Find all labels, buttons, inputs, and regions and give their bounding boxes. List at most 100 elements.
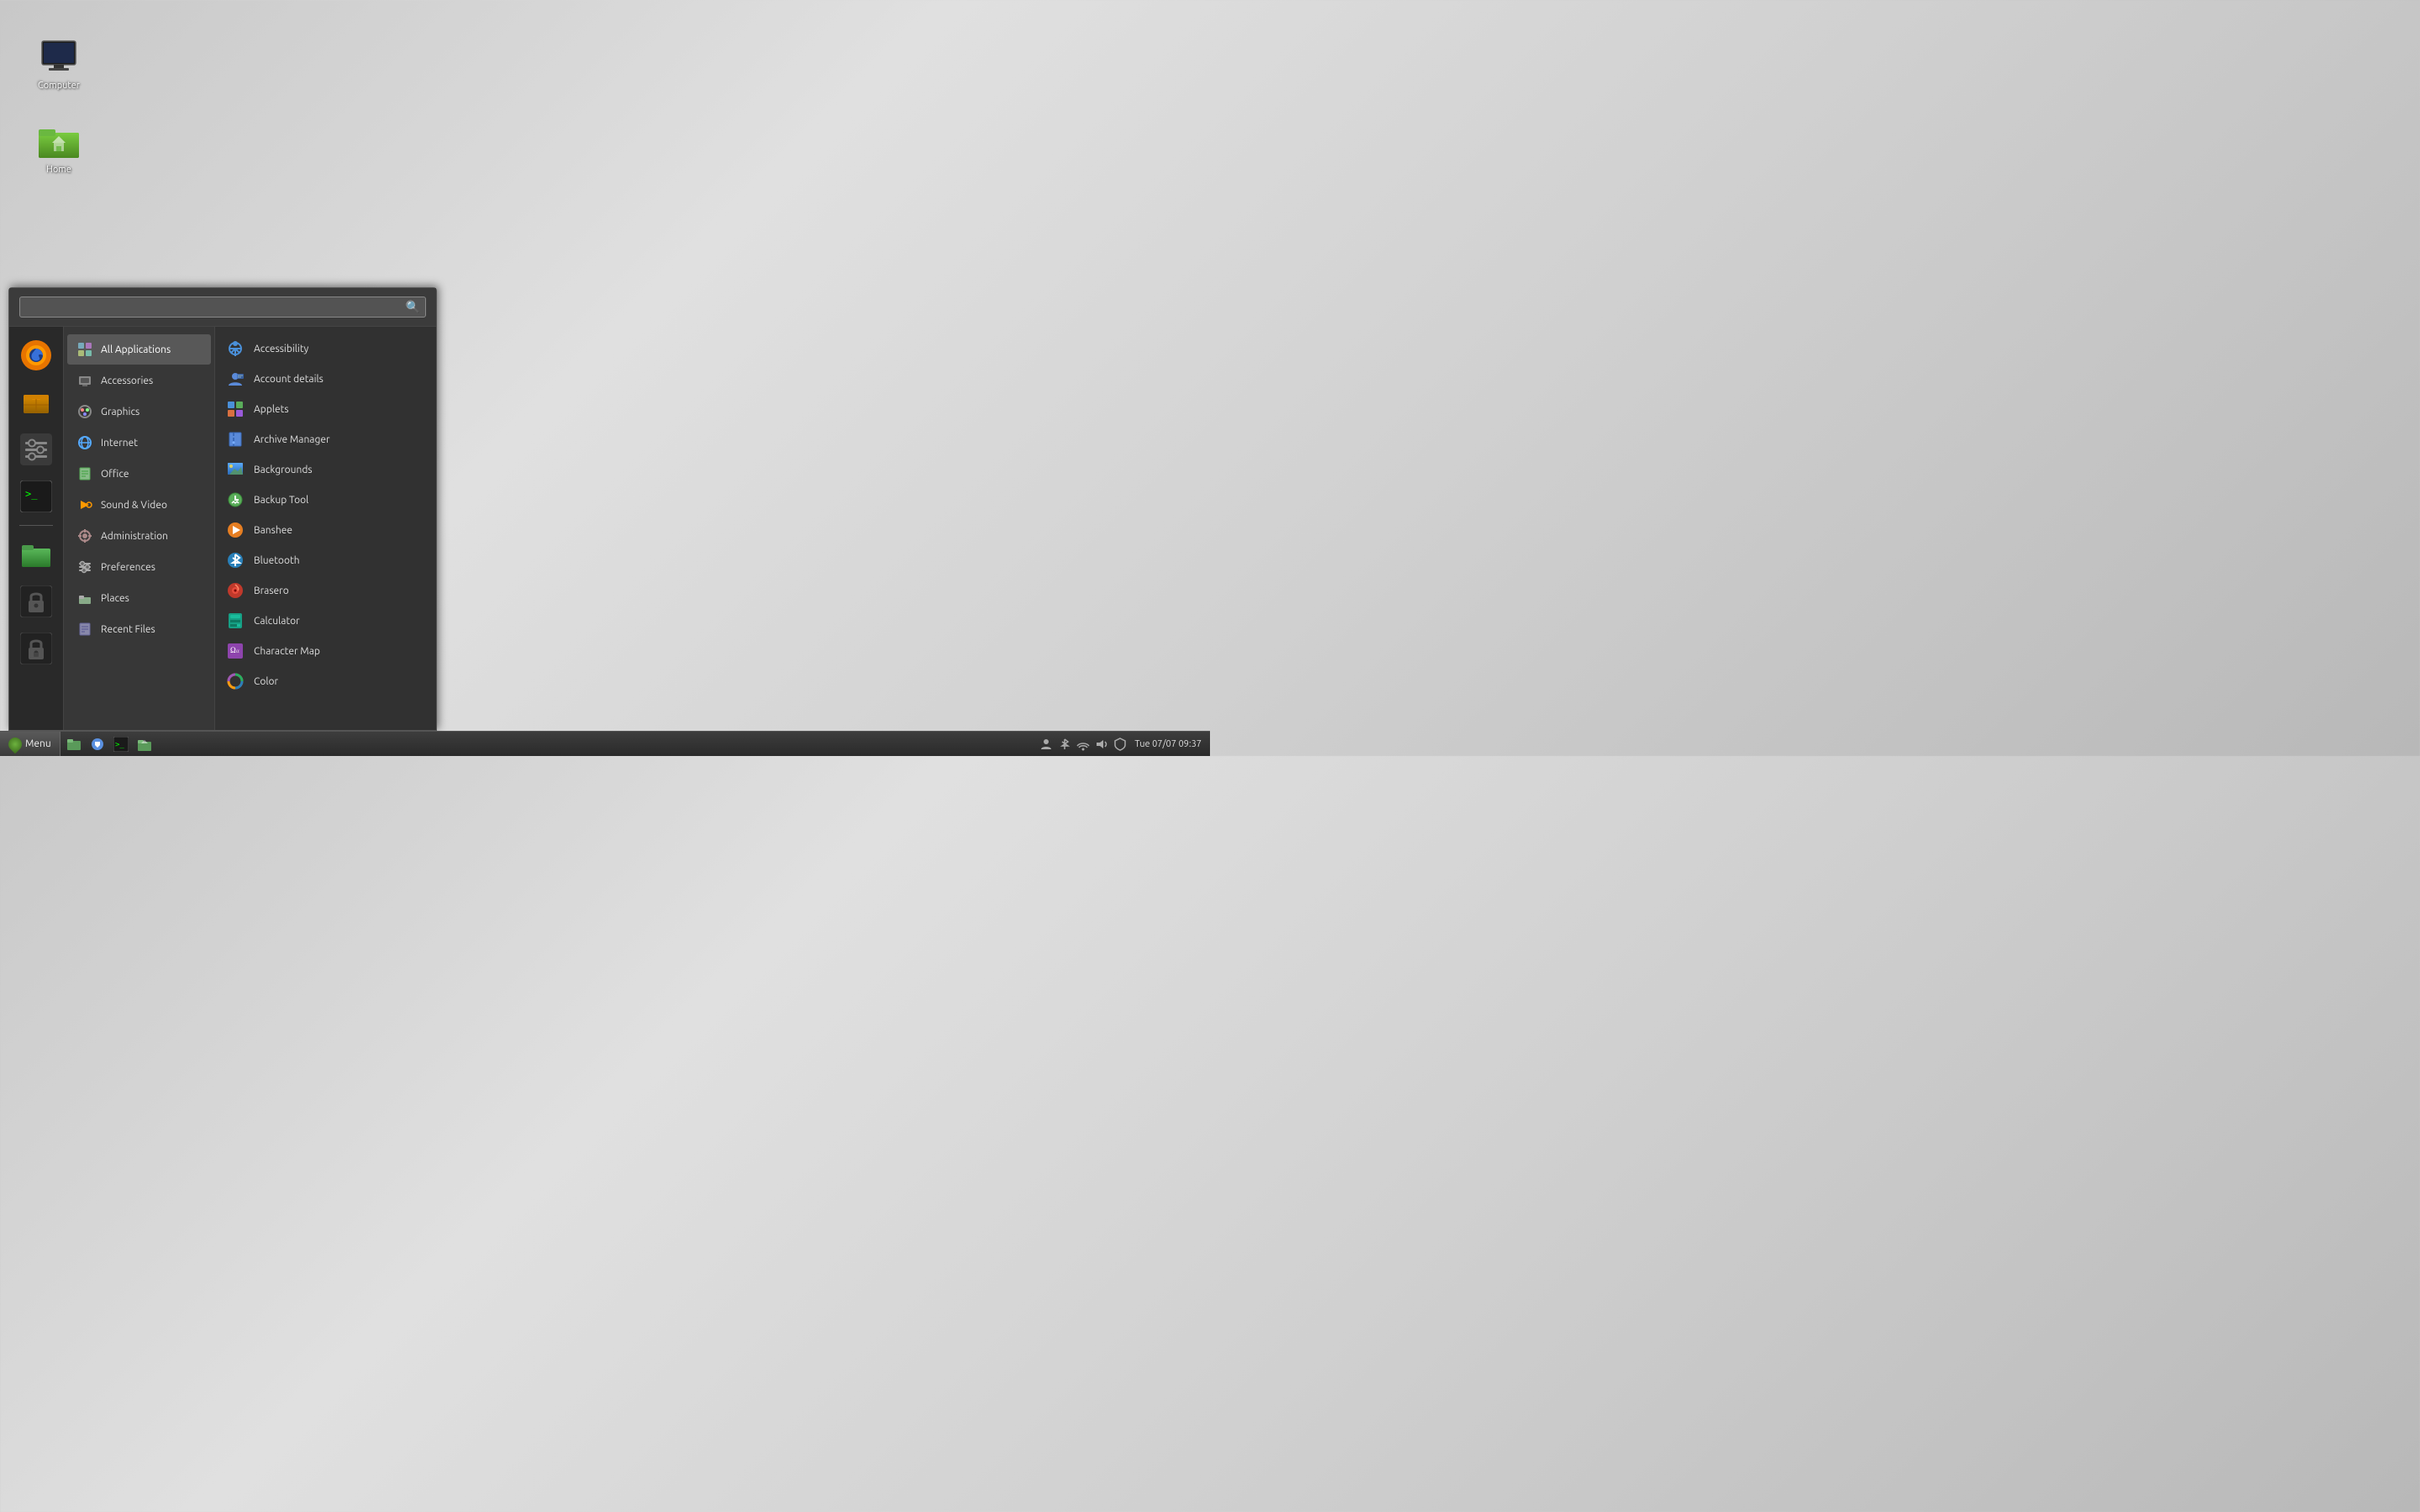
quick-launch-divider <box>19 525 53 526</box>
sound-video-icon <box>76 496 94 514</box>
category-administration[interactable]: Administration <box>67 521 211 551</box>
calculator-icon <box>225 611 245 631</box>
computer-icon <box>39 37 79 77</box>
internet-icon <box>76 433 94 452</box>
taskbar-menu-label: Menu <box>25 738 51 749</box>
account-details-icon <box>225 369 245 389</box>
category-internet[interactable]: Internet <box>67 428 211 458</box>
app-archive-manager-label: Archive Manager <box>254 434 330 445</box>
taskbar-pinned-apps: >_ <box>60 732 158 756</box>
app-backup-tool-label: Backup Tool <box>254 495 308 506</box>
app-backgrounds[interactable]: Backgrounds <box>215 454 436 485</box>
app-account-details[interactable]: Account details <box>215 364 436 394</box>
app-character-map-label: Character Map <box>254 646 320 657</box>
search-input[interactable] <box>25 301 406 313</box>
app-accessibility-label: Accessibility <box>254 344 308 354</box>
category-accessories-label: Accessories <box>101 375 153 386</box>
svg-text:>_: >_ <box>25 488 38 500</box>
quick-launch-lock2[interactable] <box>16 628 56 669</box>
svg-text:α: α <box>236 648 239 654</box>
taskbar-menu-button[interactable]: Menu <box>0 732 60 756</box>
administration-icon <box>76 527 94 545</box>
app-bluetooth-label: Bluetooth <box>254 555 300 566</box>
desktop-icon-home[interactable]: Home <box>25 118 92 179</box>
app-brasero-label: Brasero <box>254 585 289 596</box>
quick-launch-sidebar: >_ <box>9 327 64 730</box>
taskbar-app-files[interactable] <box>63 734 85 754</box>
places-icon <box>76 589 94 607</box>
taskbar-app-mintinstall[interactable] <box>87 734 108 754</box>
quick-launch-settings[interactable] <box>16 429 56 470</box>
app-accessibility[interactable]: Accessibility <box>215 333 436 364</box>
app-account-details-label: Account details <box>254 374 324 385</box>
category-graphics[interactable]: Graphics <box>67 396 211 427</box>
taskbar-bluetooth-icon[interactable] <box>1057 737 1072 752</box>
banshee-icon <box>225 520 245 540</box>
category-places-label: Places <box>101 593 129 604</box>
quick-launch-firefox[interactable] <box>16 335 56 375</box>
category-accessories[interactable]: Accessories <box>67 365 211 396</box>
taskbar-shield-icon[interactable] <box>1113 737 1128 752</box>
search-bar: 🔍 <box>9 288 436 327</box>
app-banshee[interactable]: Banshee <box>215 515 436 545</box>
home-icon-label: Home <box>46 165 71 176</box>
search-input-wrapper[interactable]: 🔍 <box>19 297 426 318</box>
backgrounds-icon <box>225 459 245 480</box>
taskbar-time: Tue 07/07 09:37 <box>1131 739 1205 749</box>
category-recent-files[interactable]: Recent Files <box>67 614 211 644</box>
mint-leaf-icon <box>6 734 25 753</box>
start-menu: 🔍 <box>8 287 437 731</box>
quick-launch-package[interactable] <box>16 382 56 423</box>
search-icon: 🔍 <box>406 300 420 314</box>
brasero-icon <box>225 580 245 601</box>
taskbar-network-icon[interactable] <box>1076 737 1091 752</box>
category-office[interactable]: Office <box>67 459 211 489</box>
desktop: Computer Home <box>0 0 1210 756</box>
quick-launch-folder[interactable] <box>16 534 56 575</box>
category-places[interactable]: Places <box>67 583 211 613</box>
desktop-icon-computer[interactable]: Computer <box>25 34 92 95</box>
taskbar-system-tray: Tue 07/07 09:37 <box>1039 737 1210 752</box>
character-map-icon: Ω α <box>225 641 245 661</box>
apps-panel[interactable]: Accessibility Account details <box>215 327 436 730</box>
app-applets[interactable]: Applets <box>215 394 436 424</box>
app-calculator[interactable]: Calculator <box>215 606 436 636</box>
home-folder-icon <box>39 121 79 161</box>
app-character-map[interactable]: Ω α Character Map <box>215 636 436 666</box>
recent-files-icon <box>76 620 94 638</box>
taskbar-volume-icon[interactable] <box>1094 737 1109 752</box>
archive-manager-icon <box>225 429 245 449</box>
office-icon <box>76 465 94 483</box>
category-preferences[interactable]: Preferences <box>67 552 211 582</box>
menu-body: >_ <box>9 327 436 730</box>
app-color[interactable]: Color <box>215 666 436 696</box>
taskbar-user-icon[interactable] <box>1039 737 1054 752</box>
app-bluetooth[interactable]: Bluetooth <box>215 545 436 575</box>
color-icon <box>225 671 245 691</box>
accessories-icon <box>76 371 94 390</box>
category-office-label: Office <box>101 469 129 480</box>
category-all-applications[interactable]: All Applications <box>67 334 211 365</box>
category-graphics-label: Graphics <box>101 407 139 417</box>
app-brasero[interactable]: Brasero <box>215 575 436 606</box>
app-backgrounds-label: Backgrounds <box>254 465 313 475</box>
quick-launch-terminal[interactable]: >_ <box>16 476 56 517</box>
category-recent-files-label: Recent Files <box>101 624 155 635</box>
backup-tool-icon <box>225 490 245 510</box>
app-banshee-label: Banshee <box>254 525 292 536</box>
app-backup-tool[interactable]: Backup Tool <box>215 485 436 515</box>
app-archive-manager[interactable]: Archive Manager <box>215 424 436 454</box>
category-all-label: All Applications <box>101 344 171 355</box>
taskbar-app-home[interactable] <box>134 734 155 754</box>
app-applets-label: Applets <box>254 404 289 415</box>
svg-text:Ω: Ω <box>230 646 236 654</box>
preferences-icon <box>76 558 94 576</box>
category-sound-video[interactable]: Sound & Video <box>67 490 211 520</box>
categories-panel: All Applications Accessories <box>64 327 215 730</box>
bluetooth-icon <box>225 550 245 570</box>
category-preferences-label: Preferences <box>101 562 155 573</box>
quick-launch-lock1[interactable] <box>16 581 56 622</box>
taskbar-app-terminal[interactable]: >_ <box>110 734 132 754</box>
applets-icon <box>225 399 245 419</box>
taskbar: Menu >_ <box>0 731 1210 756</box>
